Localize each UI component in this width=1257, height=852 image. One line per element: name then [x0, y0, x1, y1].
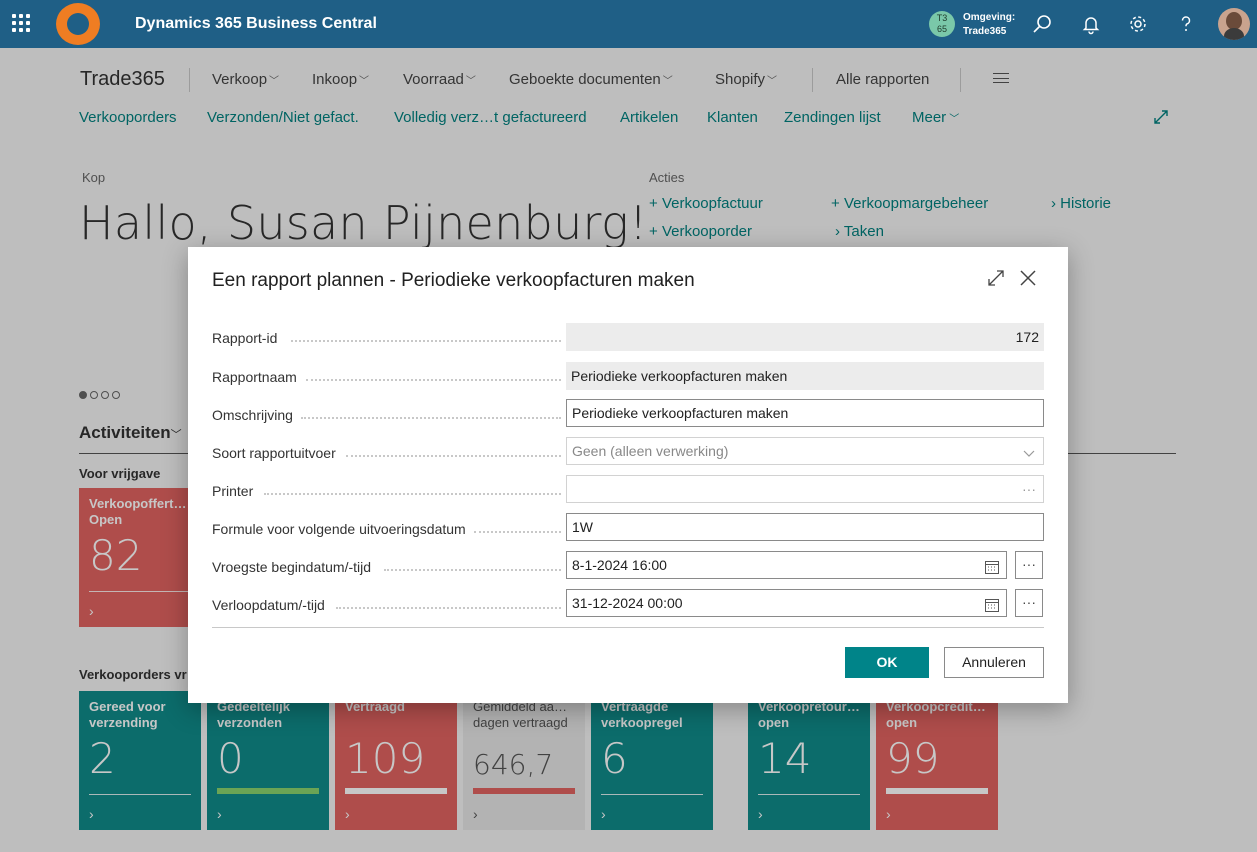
label-leader-dots [336, 607, 561, 609]
field-label-report-name: Rapportnaam [212, 369, 297, 385]
label-leader-dots [474, 531, 561, 533]
chevron-down-icon [1021, 443, 1037, 459]
label-leader-dots [264, 493, 561, 495]
label-leader-dots [291, 340, 561, 342]
env-avatar-line1: T3 [936, 13, 948, 23]
app-title[interactable]: Dynamics 365 Business Central [135, 15, 377, 33]
field-label-printer: Printer [212, 483, 254, 499]
close-icon[interactable] [1018, 268, 1038, 288]
environment-info[interactable]: Omgeving: Trade365 [963, 11, 1015, 39]
environment-label: Omgeving: [963, 12, 1016, 23]
company-logo [56, 3, 100, 45]
field-label-report-id: Rapport-id [212, 330, 278, 346]
earliest-start-value: 8-1-2024 16:00 [572, 557, 667, 573]
expiration-datetime-input[interactable]: 31-12-2024 00:00 [566, 589, 1007, 617]
calendar-icon[interactable] [984, 557, 1000, 574]
field-label-earliest-start: Vroegste begindatum/-tijd [212, 559, 372, 575]
user-avatar[interactable] [1218, 8, 1250, 40]
label-leader-dots [384, 569, 561, 571]
notification-bell-icon[interactable] [1080, 13, 1102, 35]
calendar-icon[interactable] [984, 595, 1000, 612]
expiration-value: 31-12-2024 00:00 [572, 595, 683, 611]
field-label-expiration: Verloopdatum/-tijd [212, 597, 325, 613]
output-type-value: Geen (alleen verwerking) [572, 443, 729, 459]
label-leader-dots [301, 417, 561, 419]
ellipsis-icon: ··· [1022, 481, 1036, 497]
expiration-more-button[interactable]: ··· [1015, 589, 1043, 617]
env-avatar-line2: 65 [936, 24, 947, 34]
top-bar: Dynamics 365 Business Central T3 65 Omge… [0, 0, 1257, 48]
environment-avatar[interactable]: T3 65 [929, 11, 955, 37]
settings-gear-icon[interactable] [1127, 13, 1149, 35]
next-run-formula-input[interactable]: 1W [566, 513, 1044, 541]
cancel-button[interactable]: Annuleren [944, 647, 1044, 678]
help-icon[interactable] [1175, 13, 1197, 35]
dialog-title: Een rapport plannen - Periodieke verkoop… [212, 270, 695, 291]
output-type-select[interactable]: Geen (alleen verwerking) [566, 437, 1044, 465]
description-input[interactable]: Periodieke verkoopfacturen maken [566, 399, 1044, 427]
label-leader-dots [306, 379, 561, 381]
field-label-output-type: Soort rapportuitvoer [212, 445, 336, 461]
field-label-formula: Formule voor volgende uitvoeringsdatum [212, 521, 466, 537]
report-name-field: Periodieke verkoopfacturen maken [566, 362, 1044, 390]
earliest-start-datetime-input[interactable]: 8-1-2024 16:00 [566, 551, 1007, 579]
earliest-start-more-button[interactable]: ··· [1015, 551, 1043, 579]
printer-lookup-field[interactable]: ··· [566, 475, 1044, 503]
expand-icon[interactable] [986, 268, 1006, 288]
report-id-field: 172 [566, 323, 1044, 351]
dialog-divider [212, 627, 1044, 628]
app-launcher-icon[interactable] [12, 14, 30, 32]
environment-value: Trade365 [963, 26, 1007, 37]
field-label-description: Omschrijving [212, 407, 293, 423]
search-icon[interactable] [1032, 13, 1054, 35]
label-leader-dots [346, 455, 561, 457]
schedule-report-dialog: Een rapport plannen - Periodieke verkoop… [188, 247, 1068, 703]
ok-button[interactable]: OK [845, 647, 929, 678]
